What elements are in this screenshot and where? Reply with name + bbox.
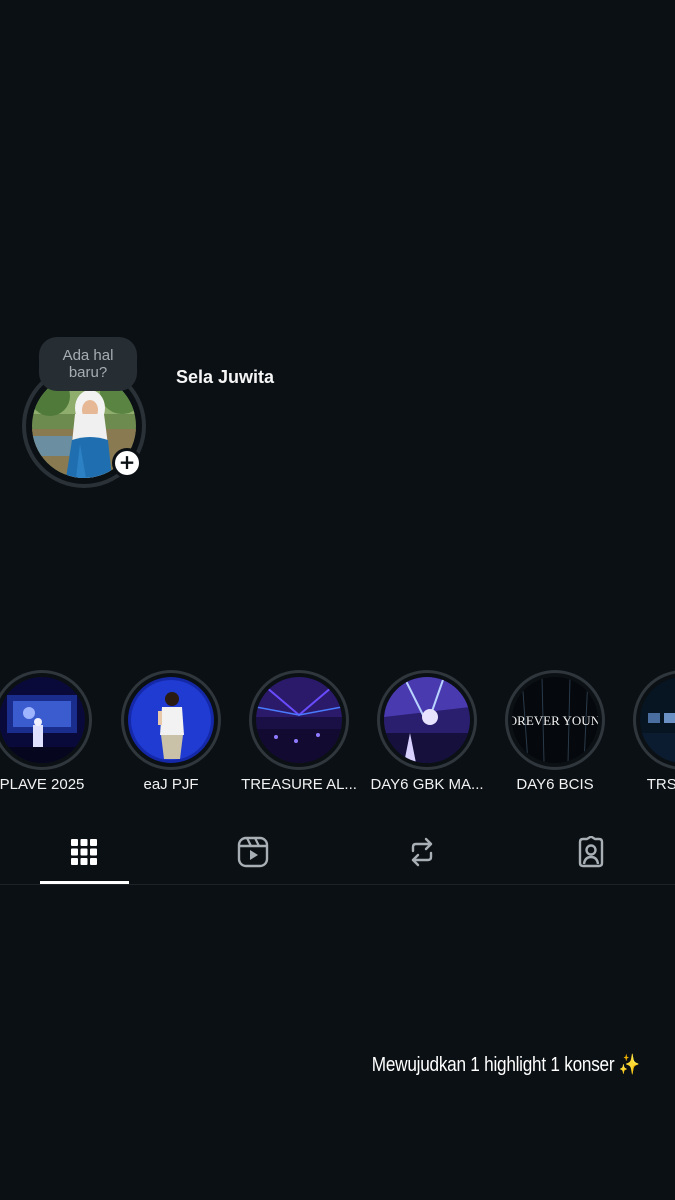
profile-page: + Ada hal baru? Sela Juwita PLAVE 2025 e… — [0, 0, 675, 1200]
highlight-item[interactable]: DAY6 GBK MA... — [363, 668, 491, 798]
highlight-cover — [128, 677, 214, 763]
highlight-label: DAY6 BCIS — [516, 776, 594, 793]
story-caption: Mewujudkan 1 highlight 1 konser ✨ — [371, 1054, 640, 1076]
tab-reposts[interactable] — [338, 820, 506, 884]
repost-icon — [411, 837, 433, 867]
active-tab-indicator — [40, 881, 129, 884]
highlight-label: eaJ PJF — [143, 776, 199, 793]
highlight-cover — [0, 677, 85, 763]
svg-text:FOREVER YOUNG: FOREVER YOUNG — [512, 713, 598, 728]
highlight-cover — [640, 677, 675, 763]
highlight-label: TREASURE AL... — [241, 776, 357, 793]
profile-tabs — [0, 820, 675, 885]
note-bubble[interactable]: Ada hal baru? — [39, 337, 137, 391]
highlight-item[interactable]: eaJ PJF — [107, 668, 235, 798]
profile-name: Sela Juwita — [176, 367, 275, 387]
grid-icon — [71, 839, 97, 865]
add-story-button[interactable]: + — [112, 448, 142, 478]
tab-tagged[interactable] — [507, 820, 675, 884]
highlight-label: DAY6 GBK MA... — [370, 776, 484, 793]
reels-icon — [237, 836, 269, 868]
highlight-item[interactable]: TRSR IN... — [619, 668, 675, 798]
highlight-label: TRSR IN... — [646, 776, 675, 793]
tab-reels[interactable] — [169, 820, 337, 884]
highlight-label: PLAVE 2025 — [0, 776, 85, 793]
highlight-item[interactable]: FOREVER YOUNG DAY6 BCIS — [491, 668, 619, 798]
highlight-cover — [256, 677, 342, 763]
tagged-icon — [578, 836, 604, 868]
tab-posts[interactable] — [0, 820, 168, 884]
note-text: Ada hal baru? — [62, 347, 114, 381]
story-highlights: PLAVE 2025 eaJ PJF TREASURE AL... DAY6 G… — [0, 668, 675, 798]
highlight-cover: FOREVER YOUNG — [512, 677, 598, 763]
highlight-cover — [384, 677, 470, 763]
highlight-item[interactable]: TREASURE AL... — [235, 668, 363, 798]
highlight-item[interactable]: PLAVE 2025 — [0, 668, 106, 798]
plus-icon: + — [115, 451, 139, 475]
